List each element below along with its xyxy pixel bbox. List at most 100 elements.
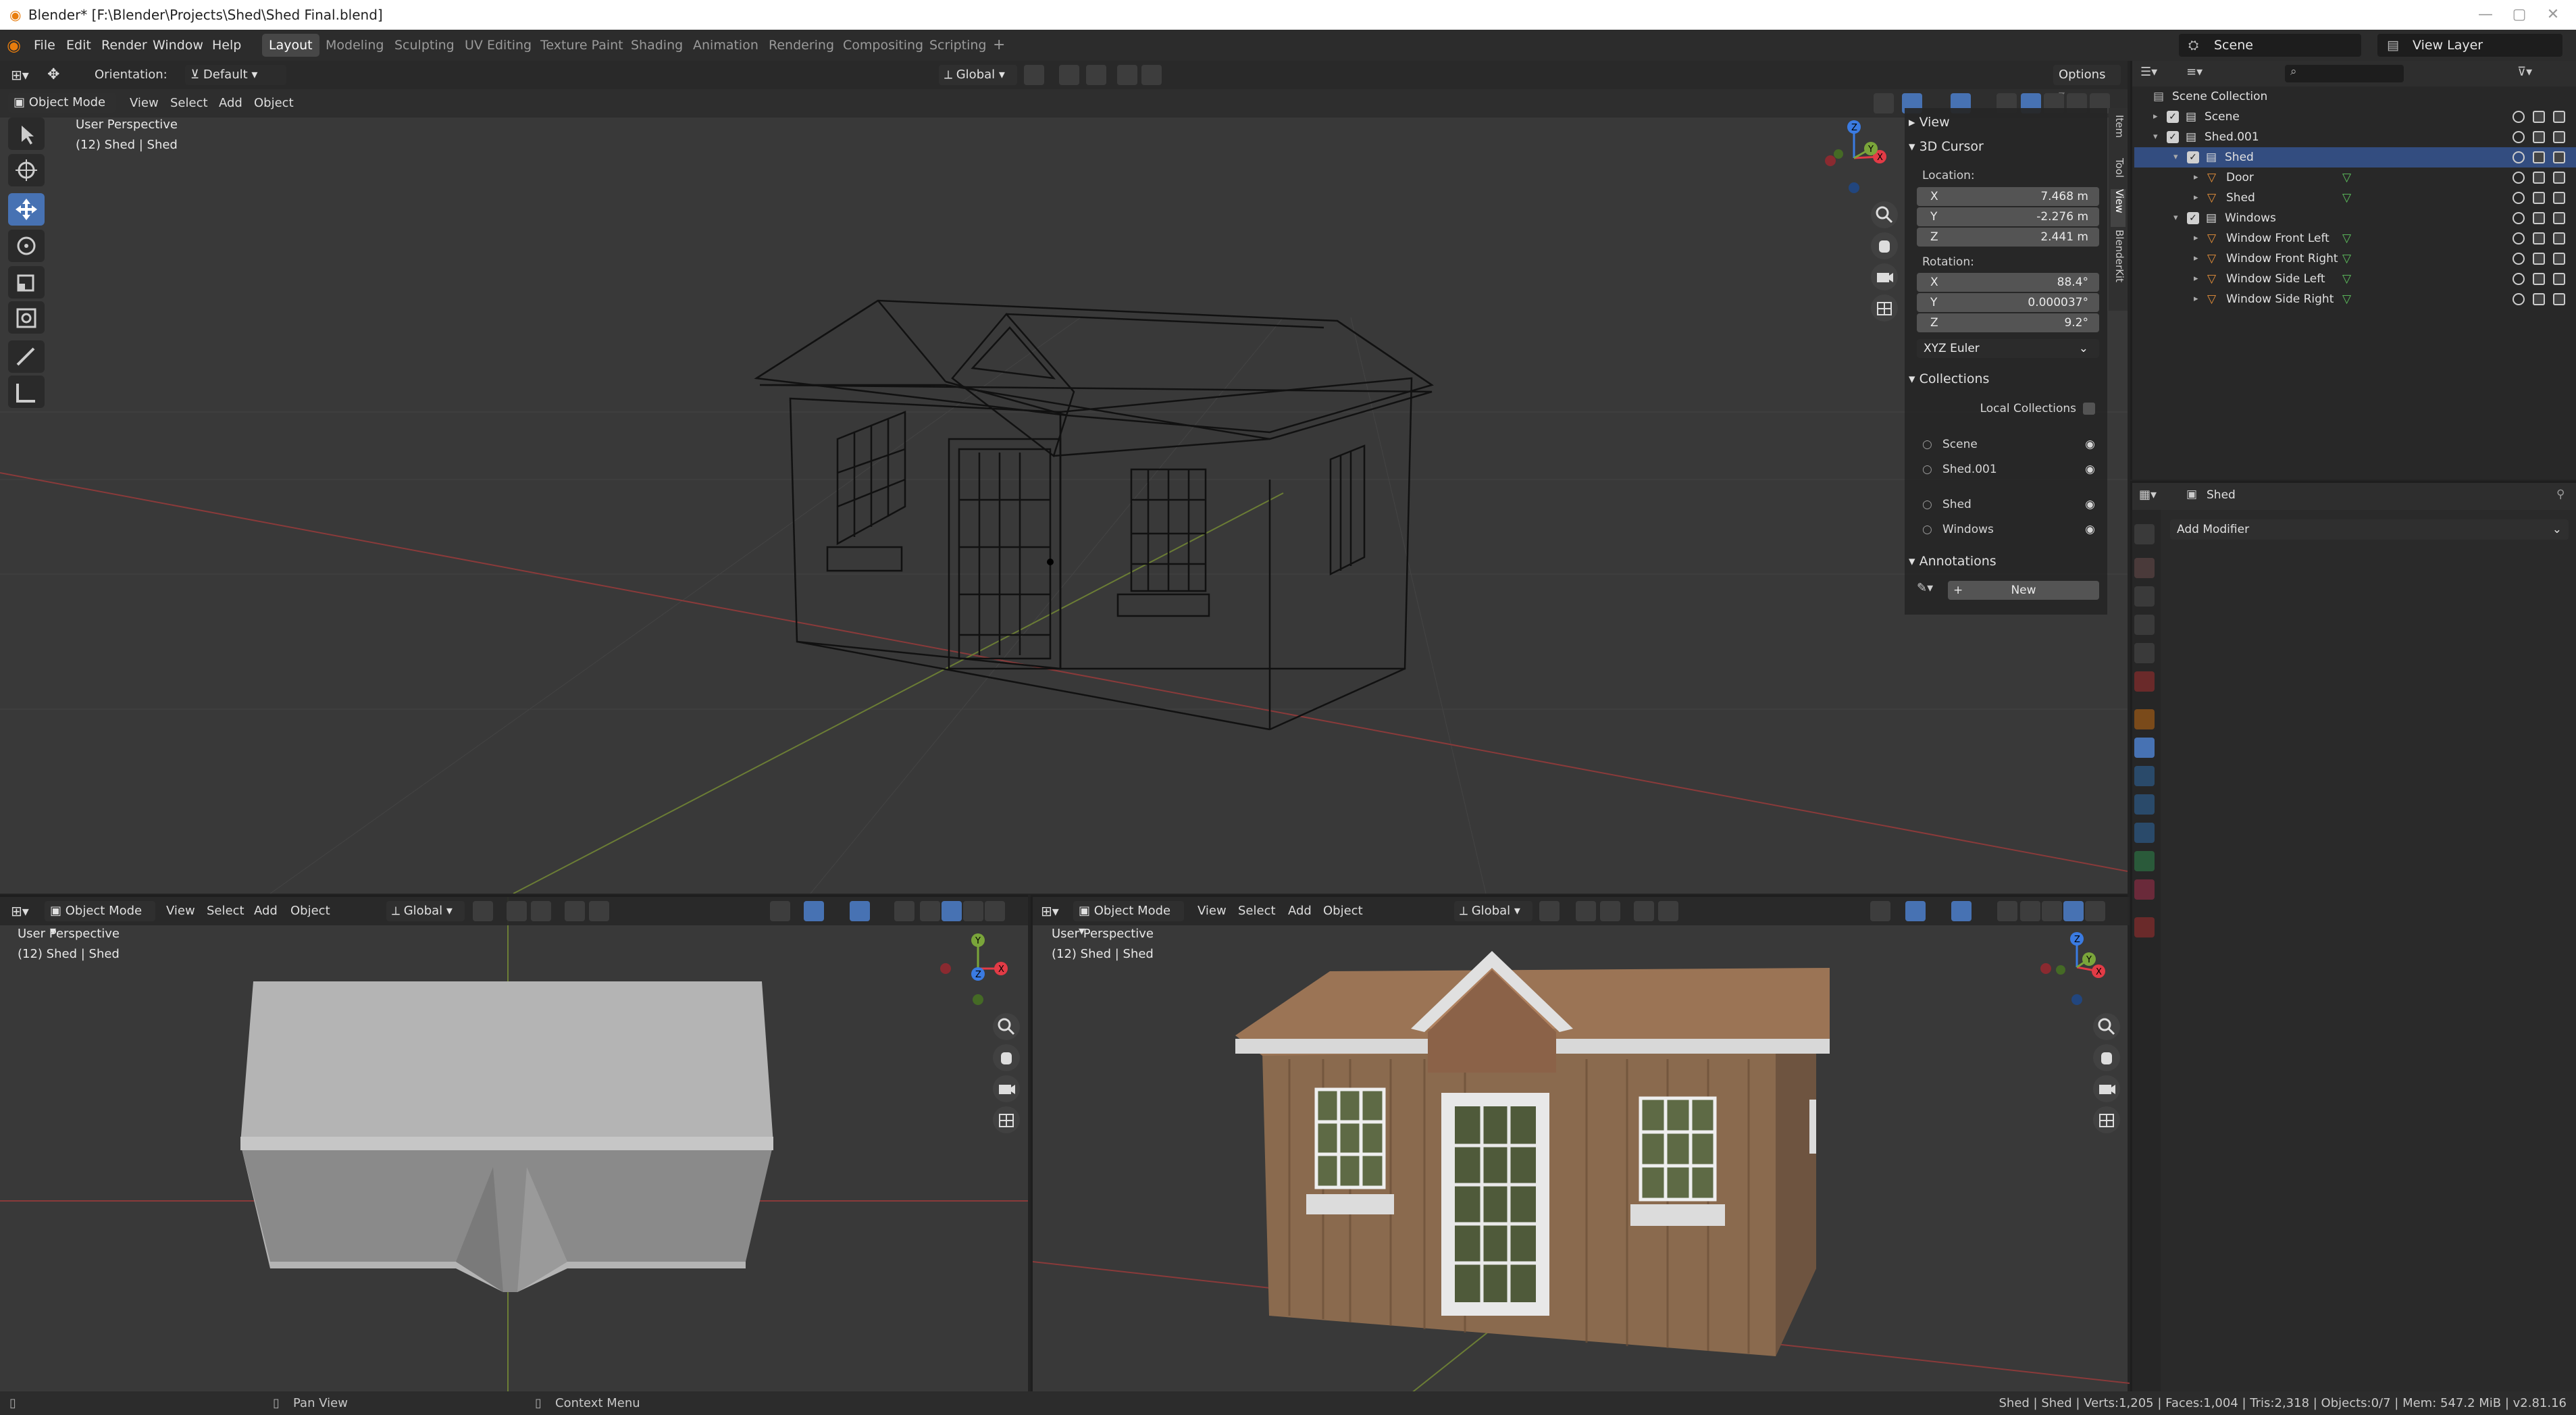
view-layer-properties-icon[interactable] bbox=[2134, 615, 2155, 635]
view-layer-selector[interactable]: ▤ View Layer bbox=[2377, 34, 2562, 57]
disclosure-triangle-icon[interactable]: ▾ bbox=[2173, 147, 2178, 168]
rendered-shading-icon[interactable] bbox=[985, 901, 1005, 921]
eye-icon[interactable] bbox=[2513, 192, 2525, 204]
falloff-icon[interactable] bbox=[589, 901, 609, 921]
outliner-row[interactable]: ▸ ▽ Window Front Right ▽ bbox=[2134, 249, 2576, 269]
new-annotation-button[interactable]: + New bbox=[1948, 581, 2099, 600]
solid-shading-icon[interactable] bbox=[942, 901, 962, 921]
ortho-toggle-icon[interactable] bbox=[2093, 1106, 2120, 1133]
xray-toggle-icon[interactable] bbox=[1997, 901, 2017, 921]
properties-editor-type-icon[interactable]: ▦▾ bbox=[2139, 488, 2157, 502]
visibility-filter-icon[interactable] bbox=[1870, 901, 1890, 921]
material-properties-icon[interactable] bbox=[2134, 879, 2155, 900]
outliner-row[interactable]: ▸ ▽ Window Side Right ▽ bbox=[2134, 289, 2576, 309]
gizmo-toggle-icon[interactable] bbox=[804, 901, 824, 921]
zoom-icon[interactable] bbox=[993, 1013, 1020, 1040]
eye-icon[interactable] bbox=[2513, 232, 2525, 245]
annotate-tool-icon[interactable] bbox=[8, 340, 45, 373]
wireframe-shading-icon[interactable] bbox=[2020, 901, 2040, 921]
main-menu-view[interactable]: View bbox=[130, 89, 159, 118]
disclosure-triangle-icon[interactable]: ▾ bbox=[2173, 208, 2178, 228]
material-shading-icon[interactable] bbox=[963, 901, 983, 921]
proportional-editing-icon[interactable] bbox=[1117, 65, 1137, 85]
annotation-tool-icon[interactable]: ✎▾ bbox=[1917, 581, 1944, 600]
falloff-icon[interactable] bbox=[1141, 65, 1162, 85]
xray-toggle-icon[interactable] bbox=[894, 901, 915, 921]
blender-menu-icon[interactable]: ◉ bbox=[7, 30, 21, 61]
ortho-toggle-icon[interactable] bbox=[993, 1106, 1020, 1133]
monitor-icon[interactable] bbox=[2533, 232, 2545, 245]
camera-icon[interactable] bbox=[2553, 232, 2565, 245]
menu-window[interactable]: Window bbox=[153, 30, 203, 61]
camera-icon[interactable] bbox=[2553, 151, 2565, 163]
disclosure-triangle-icon[interactable]: ▸ bbox=[2153, 107, 2158, 127]
exclude-checkbox[interactable]: ✓ bbox=[2167, 131, 2179, 143]
eye-icon[interactable]: ◉ bbox=[2085, 433, 2095, 456]
mesh-data-icon[interactable]: ▽ bbox=[2342, 269, 2351, 289]
eye-icon[interactable] bbox=[2513, 293, 2525, 305]
exclude-checkbox[interactable]: ✓ bbox=[2187, 151, 2199, 163]
scene-selector[interactable]: ⛭ Scene bbox=[2179, 34, 2361, 57]
mesh-data-icon[interactable]: ▽ bbox=[2342, 249, 2351, 269]
camera-icon[interactable] bbox=[2553, 192, 2565, 204]
scale-tool-icon[interactable] bbox=[8, 266, 45, 299]
filter-icon[interactable]: ⊽▾ bbox=[2517, 65, 2532, 79]
tab-shading[interactable]: Shading bbox=[624, 34, 690, 57]
eye-icon[interactable] bbox=[2513, 253, 2525, 265]
pivot-point-icon[interactable] bbox=[1024, 65, 1044, 85]
snap-target-icon[interactable] bbox=[531, 901, 551, 921]
editor-type-icon[interactable]: ⊞▾ bbox=[11, 897, 29, 925]
gizmo-toggle-icon[interactable] bbox=[1905, 901, 1926, 921]
disclosure-triangle-icon[interactable]: ▸ bbox=[2194, 269, 2198, 289]
falloff-icon[interactable] bbox=[1658, 901, 1678, 921]
overlay-toggle-icon[interactable] bbox=[1951, 901, 1972, 921]
object-mode-dropdown[interactable]: ▣ Object Mode ▾ bbox=[8, 93, 116, 130]
mesh-data-icon[interactable]: ▽ bbox=[2342, 228, 2351, 249]
cursor-rotation-x-field[interactable]: X 88.4° bbox=[1917, 273, 2099, 292]
proportional-editing-icon[interactable] bbox=[1634, 901, 1654, 921]
eye-icon[interactable]: ◉ bbox=[2085, 518, 2095, 541]
proportional-editing-icon[interactable] bbox=[565, 901, 585, 921]
outliner-row[interactable]: ▾ ✓ ▤ Windows bbox=[2134, 208, 2576, 228]
menu-edit[interactable]: Edit bbox=[66, 30, 91, 61]
tab-uv-editing[interactable]: UV Editing bbox=[458, 34, 538, 57]
exclude-checkbox[interactable]: ✓ bbox=[2187, 212, 2199, 224]
bottom-right-viewport[interactable]: ⊞▾ ▣ Object Mode ▾ View Select Add Objec… bbox=[1031, 895, 2130, 1393]
collection-row-shed-001[interactable]: ○ Shed.001 ◉ bbox=[1915, 458, 2102, 481]
outliner-row[interactable]: ▸ ▽ Door ▽ bbox=[2134, 168, 2576, 188]
local-collections-checkbox[interactable] bbox=[2083, 403, 2095, 415]
camera-icon[interactable] bbox=[2553, 273, 2565, 285]
monitor-icon[interactable] bbox=[2533, 192, 2545, 204]
cursor-location-z-field[interactable]: Z 2.441 m bbox=[1917, 228, 2099, 247]
monitor-icon[interactable] bbox=[2533, 131, 2545, 143]
tab-sculpting[interactable]: Sculpting bbox=[388, 34, 461, 57]
br-menu-view[interactable]: View bbox=[1197, 897, 1227, 925]
constraints-properties-icon[interactable] bbox=[2134, 823, 2155, 843]
disclosure-triangle-icon[interactable]: ▸ bbox=[2194, 228, 2198, 249]
scene-properties-icon[interactable] bbox=[2134, 643, 2155, 663]
world-properties-icon[interactable] bbox=[2134, 671, 2155, 692]
output-properties-icon[interactable] bbox=[2134, 586, 2155, 607]
bl-menu-add[interactable]: Add bbox=[254, 897, 278, 925]
tab-view[interactable]: View bbox=[2111, 189, 2126, 227]
rotate-tool-icon[interactable] bbox=[8, 230, 45, 262]
add-workspace-button[interactable]: + bbox=[986, 34, 1012, 57]
outliner-editor-type-icon[interactable]: ☰▾ bbox=[2140, 65, 2157, 79]
local-collections-row[interactable]: Local Collections bbox=[1915, 397, 2102, 420]
tab-blenderkit[interactable]: BlenderKit bbox=[2111, 230, 2126, 304]
render-properties-icon[interactable] bbox=[2134, 558, 2155, 578]
transform-orientation-dropdown[interactable]: ⟂ Global ▾ bbox=[939, 65, 1017, 85]
camera-icon[interactable] bbox=[2553, 293, 2565, 305]
snap-target-icon[interactable] bbox=[1600, 901, 1620, 921]
modifier-properties-icon[interactable] bbox=[2134, 738, 2155, 758]
eye-icon[interactable] bbox=[2513, 172, 2525, 184]
tool-properties-icon[interactable] bbox=[2134, 524, 2155, 544]
camera-icon[interactable] bbox=[2553, 253, 2565, 265]
camera-icon[interactable] bbox=[2553, 172, 2565, 184]
exclude-checkbox[interactable]: ✓ bbox=[2167, 111, 2179, 123]
br-menu-object[interactable]: Object bbox=[1323, 897, 1363, 925]
zoom-icon[interactable] bbox=[1871, 201, 1898, 228]
menu-render[interactable]: Render bbox=[101, 30, 147, 61]
object-properties-icon[interactable] bbox=[2134, 709, 2155, 729]
view-section-header[interactable]: ▸ View bbox=[1909, 111, 2105, 134]
